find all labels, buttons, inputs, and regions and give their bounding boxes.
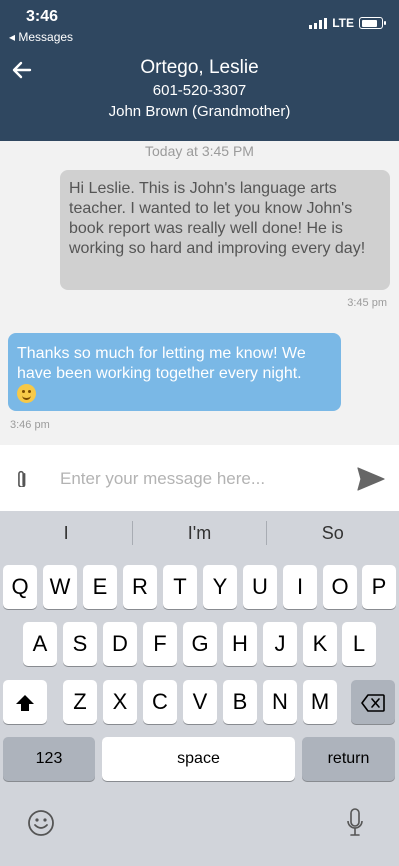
status-indicators: LTE bbox=[309, 16, 386, 30]
key-t[interactable]: T bbox=[163, 565, 197, 609]
backspace-icon bbox=[361, 694, 385, 712]
key-b[interactable]: B bbox=[223, 680, 257, 724]
shift-icon bbox=[16, 695, 34, 711]
key-l[interactable]: L bbox=[342, 622, 376, 666]
status-time: 3:46 bbox=[26, 8, 59, 25]
outgoing-message: Hi Leslie. This is John's language arts … bbox=[60, 170, 390, 290]
key-j[interactable]: J bbox=[263, 622, 297, 666]
key-k[interactable]: K bbox=[303, 622, 337, 666]
contact-name: Ortego, Leslie bbox=[140, 57, 259, 78]
key-i[interactable]: I bbox=[283, 565, 317, 609]
send-icon[interactable] bbox=[356, 466, 386, 492]
keyboard: I I'm So Q W E R T Y U I O P A S D F G H… bbox=[0, 511, 399, 866]
key-e[interactable]: E bbox=[83, 565, 117, 609]
date-label: Today at 3:45 PM bbox=[145, 143, 254, 159]
emoji-keyboard-icon[interactable] bbox=[27, 809, 55, 837]
key-x[interactable]: X bbox=[103, 680, 137, 724]
suggestion-1[interactable]: I bbox=[0, 511, 132, 555]
key-w[interactable]: W bbox=[43, 565, 77, 609]
key-c[interactable]: C bbox=[143, 680, 177, 724]
return-key[interactable]: return bbox=[302, 737, 395, 781]
paperclip-icon[interactable] bbox=[16, 469, 36, 487]
suggestion-2[interactable]: I'm bbox=[133, 511, 265, 555]
back-to-messages-link[interactable]: ◂ Messages bbox=[9, 30, 73, 44]
key-f[interactable]: F bbox=[143, 622, 177, 666]
battery-icon bbox=[359, 17, 386, 29]
microphone-icon[interactable] bbox=[346, 808, 364, 838]
key-m[interactable]: M bbox=[303, 680, 337, 724]
contact-guardian: John Brown (Grandmother) bbox=[108, 103, 291, 120]
key-o[interactable]: O bbox=[323, 565, 357, 609]
compose-bar bbox=[0, 445, 399, 511]
signal-icon bbox=[309, 17, 328, 29]
key-r[interactable]: R bbox=[123, 565, 157, 609]
key-y[interactable]: Y bbox=[203, 565, 237, 609]
key-s[interactable]: S bbox=[63, 622, 97, 666]
outgoing-timestamp: 3:45 pm bbox=[347, 297, 387, 309]
conversation-header: 3:46 ◂ Messages LTE Ortego, Leslie 601-5… bbox=[0, 0, 399, 141]
smile-emoji-icon bbox=[17, 384, 36, 403]
key-q[interactable]: Q bbox=[3, 565, 37, 609]
suggestion-bar: I I'm So bbox=[0, 511, 399, 555]
key-n[interactable]: N bbox=[263, 680, 297, 724]
key-v[interactable]: V bbox=[183, 680, 217, 724]
key-p[interactable]: P bbox=[362, 565, 396, 609]
delete-key[interactable] bbox=[351, 680, 395, 724]
message-input[interactable] bbox=[60, 465, 340, 493]
suggestion-3[interactable]: So bbox=[267, 511, 399, 555]
space-key[interactable]: space bbox=[102, 737, 295, 781]
key-h[interactable]: H bbox=[223, 622, 257, 666]
incoming-message-text: Thanks so much for letting me know! We h… bbox=[17, 345, 306, 382]
key-a[interactable]: A bbox=[23, 622, 57, 666]
contact-phone: 601-520-3307 bbox=[152, 82, 247, 99]
key-d[interactable]: D bbox=[103, 622, 137, 666]
numbers-key[interactable]: 123 bbox=[3, 737, 95, 781]
key-g[interactable]: G bbox=[183, 622, 217, 666]
key-z[interactable]: Z bbox=[63, 680, 97, 724]
network-label: LTE bbox=[332, 16, 354, 30]
incoming-timestamp: 3:46 pm bbox=[10, 419, 50, 431]
incoming-message: Thanks so much for letting me know! We h… bbox=[8, 333, 341, 411]
shift-key[interactable] bbox=[3, 680, 47, 724]
outgoing-message-text: Hi Leslie. This is John's language arts … bbox=[69, 180, 366, 257]
key-u[interactable]: U bbox=[243, 565, 277, 609]
